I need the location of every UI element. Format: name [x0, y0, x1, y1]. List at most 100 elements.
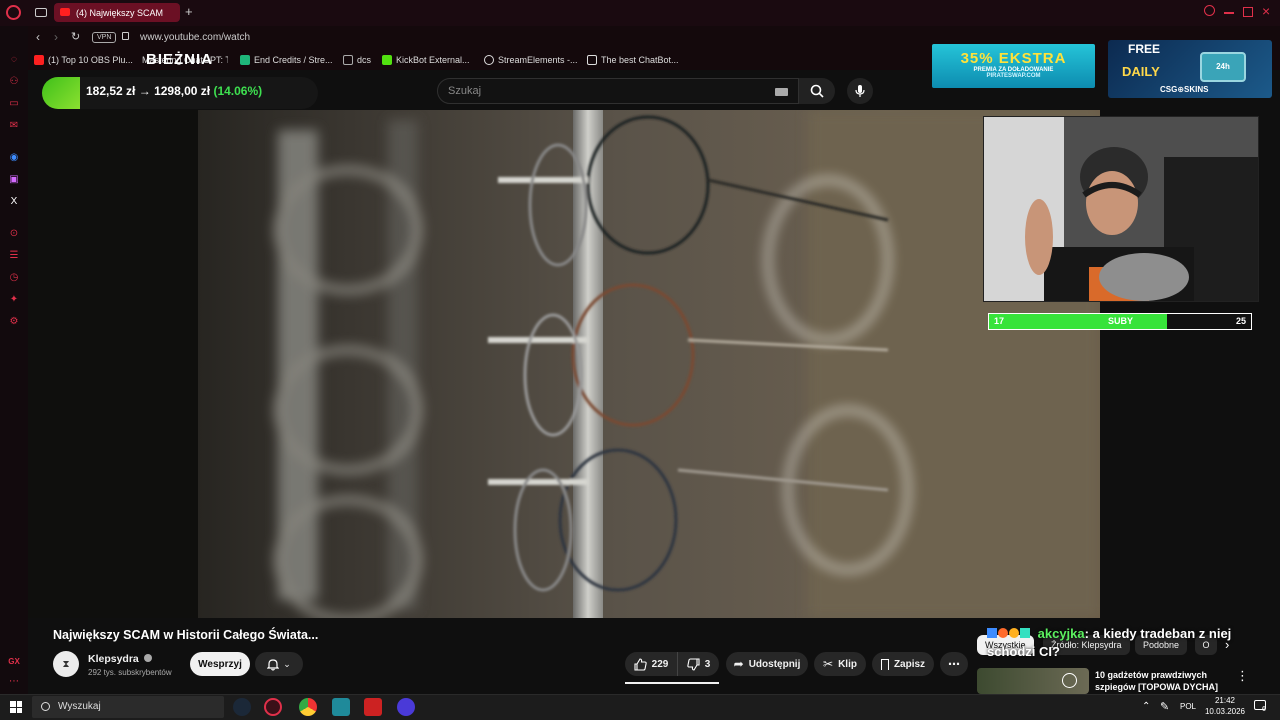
- bieznia-overlay-label: BIEŻNIA: [146, 51, 213, 68]
- search-button[interactable]: [799, 78, 835, 104]
- dislike-button[interactable]: 3: [677, 652, 719, 676]
- bookmark-item[interactable]: StreamElements -...: [484, 54, 578, 66]
- notification-bell-button[interactable]: ⌄: [255, 652, 303, 676]
- app-icon[interactable]: [332, 698, 350, 716]
- settings-icon[interactable]: ⚙: [7, 314, 21, 328]
- watch-later-icon[interactable]: [1062, 673, 1077, 688]
- recommended-thumbnail[interactable]: [977, 668, 1089, 694]
- keyboard-icon[interactable]: [775, 88, 788, 96]
- bookmark-item[interactable]: dcs: [343, 54, 371, 66]
- tab-menu-icon[interactable]: [35, 8, 47, 17]
- player-icon[interactable]: ⊙: [7, 226, 21, 240]
- streamer-webcam-image: [984, 117, 1258, 301]
- sub-goal-bar: 17 SUBY 25: [988, 313, 1252, 330]
- search-icon: [810, 84, 824, 98]
- messenger-icon[interactable]: ◉: [7, 150, 21, 164]
- sub-goal-fill: [989, 314, 1168, 329]
- bookmark-item[interactable]: The best ChatBot...: [587, 54, 679, 66]
- thumbs-down-icon: [687, 657, 700, 671]
- recommended-title[interactable]: 10 gadżetów prawdziwych szpiegów [TOPOWA…: [1095, 669, 1225, 693]
- search-tabs-icon[interactable]: [1204, 5, 1215, 16]
- voicemeeter-icon[interactable]: [364, 698, 382, 716]
- save-button[interactable]: Zapisz: [872, 652, 934, 676]
- vpn-badge[interactable]: VPN: [92, 32, 117, 43]
- youtube-icon: [34, 55, 44, 65]
- share-icon: ➦: [733, 657, 744, 671]
- badge-icon: [1020, 628, 1030, 638]
- tray-pen-icon[interactable]: ✎: [1160, 700, 1169, 713]
- like-ratio-line: [625, 682, 719, 684]
- stream-chat-message: akcyjka: a kiedy tradeban z niej schodzi…: [987, 625, 1272, 661]
- chat-username: akcyjka: [1037, 626, 1085, 641]
- tray-chevron-up-icon[interactable]: ⌃: [1142, 701, 1150, 712]
- new-tab-icon[interactable]: +: [185, 4, 193, 19]
- opera-gx-icon[interactable]: [264, 698, 282, 716]
- back-icon[interactable]: ‹: [36, 30, 40, 44]
- instagram-icon[interactable]: ▣: [7, 172, 21, 186]
- kickbot-icon: [382, 55, 392, 65]
- browser-sidebar: ◌ ⚇ ▭ ✉ ◉ ▣ X ⊙ ☰ ◷ ✦ ⚙ GX ⋯: [0, 26, 28, 694]
- tabs-icon[interactable]: ☰: [7, 248, 21, 262]
- aria-icon[interactable]: ◌: [7, 52, 21, 66]
- search-input[interactable]: Szukaj: [437, 78, 799, 104]
- scissors-icon: ✂: [823, 657, 834, 671]
- url-text[interactable]: www.youtube.com/watch: [140, 32, 250, 43]
- bookmark-favicon-icon: [240, 55, 250, 65]
- pirateswap-ad-banner[interactable]: 35% EKSTRA PREMIA ZA DOŁADOWANIE PIRATES…: [932, 44, 1095, 88]
- opera-logo-icon[interactable]: [6, 5, 21, 20]
- windows-start-icon[interactable]: [10, 701, 22, 713]
- obs-icon[interactable]: [397, 698, 415, 716]
- badge-icon: [987, 628, 997, 638]
- taskbar-search-input[interactable]: Wyszukaj: [32, 696, 224, 718]
- extensions-icon[interactable]: ✦: [7, 292, 21, 306]
- lock-icon: [122, 32, 129, 40]
- share-button[interactable]: ➦ Udostępnij: [726, 652, 808, 676]
- x-twitter-icon[interactable]: X: [7, 194, 21, 208]
- video-player[interactable]: [28, 110, 1100, 618]
- channel-subscribers: 292 tys. subskrybentów: [88, 668, 172, 677]
- chat-badges: [987, 626, 1038, 641]
- steam-icon[interactable]: [233, 698, 251, 716]
- wallet-icon[interactable]: ▭: [7, 96, 21, 110]
- hourglass-icon: ⧗: [62, 658, 70, 670]
- chevron-down-icon: ⌄: [283, 658, 291, 669]
- notification-count-badge: 6: [1262, 706, 1266, 713]
- input-language[interactable]: POL: [1180, 702, 1196, 711]
- youtube-favicon-icon: [60, 8, 70, 16]
- mail-icon[interactable]: ✉: [7, 118, 21, 132]
- forward-icon[interactable]: ›: [54, 30, 58, 44]
- channel-name[interactable]: Klepsydra: [88, 653, 152, 665]
- taskbar-clock[interactable]: 21:42 10.03.2026: [1200, 695, 1250, 717]
- assistant-icon[interactable]: ⚇: [7, 74, 21, 88]
- video-frame-glasses-display: [28, 110, 1100, 618]
- webcam-overlay: [983, 116, 1259, 302]
- chrome-icon[interactable]: [299, 698, 317, 716]
- gx-icon[interactable]: GX: [7, 654, 21, 668]
- csgoskins-ad-banner[interactable]: FREE DAILY 24h CSG⊕SKINS: [1108, 40, 1272, 98]
- badge-icon: [998, 628, 1008, 638]
- more-horizontal-icon: ⋯: [948, 657, 960, 671]
- bookmark-item[interactable]: KickBot External...: [382, 54, 470, 66]
- history-icon[interactable]: ◷: [7, 270, 21, 284]
- more-icon[interactable]: ⋯: [7, 674, 21, 688]
- bell-icon: [267, 658, 280, 671]
- tab-active[interactable]: (4) Największy SCAM: [54, 3, 180, 22]
- more-actions-button[interactable]: ⋯: [940, 652, 968, 676]
- like-button[interactable]: 229: [625, 652, 677, 676]
- treasure-chest-icon: 24h: [1200, 52, 1246, 82]
- channel-avatar[interactable]: ⧗: [53, 651, 79, 677]
- support-button[interactable]: Wesprzyj: [190, 652, 250, 676]
- streamelements-icon: [484, 55, 494, 65]
- bookmark-icon: [880, 658, 889, 670]
- reload-icon[interactable]: ↻: [71, 30, 80, 43]
- minimize-icon[interactable]: [1224, 12, 1234, 14]
- voice-search-button[interactable]: [847, 78, 873, 104]
- thumbs-up-icon: [634, 657, 647, 671]
- recommended-menu-icon[interactable]: ⋮: [1236, 668, 1249, 684]
- price-tracker-text: 182,52 zł → 1298,00 zł (14.06%): [86, 84, 263, 98]
- maximize-icon[interactable]: [1243, 7, 1253, 17]
- close-icon[interactable]: ×: [1262, 3, 1270, 19]
- clip-button[interactable]: ✂ Klip: [814, 652, 866, 676]
- bookmark-item[interactable]: End Credits / Stre...: [240, 54, 333, 66]
- bookmark-item[interactable]: (1) Top 10 OBS Plu...: [34, 54, 133, 66]
